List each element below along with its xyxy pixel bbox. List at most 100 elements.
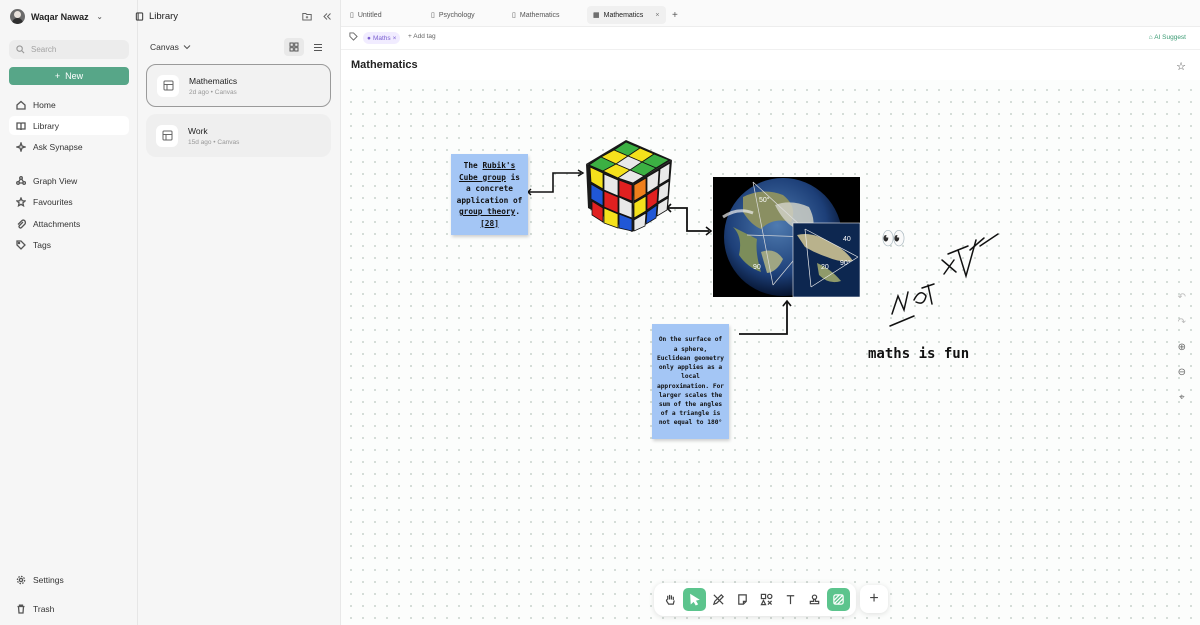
paperclip-icon [17, 218, 26, 229]
library-header: Library [135, 11, 178, 22]
canvas-icon [156, 124, 178, 147]
main-editor: ▯ Untitled ▯ Psychology ▯ Mathematics ▦ … [341, 0, 1200, 625]
avatar [10, 9, 25, 24]
sidebar-item-tags[interactable]: Tags [9, 235, 129, 254]
canvas-icon [157, 74, 179, 97]
tag-icon [349, 32, 358, 41]
add-tag-button[interactable]: + Add tag [408, 33, 436, 40]
grid-view-button[interactable] [284, 38, 304, 56]
canvas-area[interactable]: The Rubik's Cube group is a concrete app… [341, 80, 1200, 625]
pointer-tool-button[interactable] [683, 588, 706, 611]
new-button[interactable]: + New [9, 67, 129, 85]
fit-view-icon[interactable]: ⌖ [1179, 392, 1185, 403]
sidebar-item-label: Home [33, 99, 56, 110]
pen-tool-button[interactable] [707, 588, 730, 611]
new-folder-icon[interactable] [302, 12, 312, 21]
note-text: . [515, 207, 521, 216]
sticky-note-icon [738, 594, 747, 605]
graph-icon [16, 175, 26, 185]
zoom-in-icon[interactable]: ⊕ [1178, 342, 1186, 353]
sidebar-item-label: Settings [33, 574, 64, 585]
sticky-note-sphere[interactable]: On the surface of a sphere, Euclidean ge… [652, 324, 729, 439]
handwritten-drawing[interactable] [884, 228, 1009, 332]
close-icon[interactable]: × [655, 12, 659, 19]
close-icon[interactable]: × [393, 35, 397, 42]
hatch-tool-button[interactable] [827, 588, 850, 611]
stamp-tool-button[interactable] [803, 588, 826, 611]
sparkle-icon [16, 141, 26, 152]
canvas-controls: ↶ ↷ ⊕ ⊖ ⌖ [1178, 292, 1186, 403]
earth-image[interactable]: 50° 40 90 90° 20 [713, 177, 860, 297]
star-icon [16, 196, 26, 207]
library-item-title: Mathematics [189, 75, 238, 86]
zoom-out-icon[interactable]: ⊖ [1178, 367, 1186, 378]
globe-angle-label: 90 [753, 264, 761, 271]
sidebar-item-settings[interactable]: Settings [9, 570, 129, 589]
globe-angle-label: 40 [843, 236, 851, 243]
pen-icon [712, 594, 724, 606]
tab-bar: ▯ Untitled ▯ Psychology ▯ Mathematics ▦ … [341, 0, 1200, 27]
tag-row: ● Maths × + Add tag ⌂ AI Suggest [341, 28, 1200, 50]
tag-icon [16, 239, 26, 250]
ai-suggest-button[interactable]: ⌂ AI Suggest [1149, 34, 1186, 41]
note-reference-link[interactable]: [28] [480, 219, 499, 228]
search-input[interactable]: Search [9, 40, 129, 59]
search-placeholder: Search [31, 45, 57, 54]
tab-mathematics[interactable]: ▯ Mathematics [506, 6, 566, 24]
canvas-filter-dropdown[interactable]: Canvas [150, 42, 191, 52]
handwritten-text[interactable]: maths is fun [868, 346, 969, 362]
library-item-work[interactable]: Work 15d ago • Canvas [146, 114, 331, 157]
list-view-button[interactable] [308, 38, 328, 56]
globe-angle-label: 90° [840, 259, 851, 267]
sidebar-item-graph-view[interactable]: Graph View [9, 171, 129, 190]
new-tab-button[interactable]: + [666, 6, 684, 24]
tab-label: Mathematics [603, 11, 644, 19]
undo-icon[interactable]: ↶ [1178, 292, 1186, 303]
hand-tool-button[interactable] [659, 588, 682, 611]
text-icon [786, 595, 795, 605]
book-icon [16, 121, 26, 130]
tab-untitled[interactable]: ▯ Untitled [344, 6, 388, 24]
hand-icon [665, 594, 675, 605]
sidebar-item-label: Attachments [33, 218, 81, 229]
shapes-tool-button[interactable] [755, 588, 778, 611]
note-link[interactable]: group theory [459, 207, 515, 216]
home-icon [16, 100, 26, 110]
user-menu[interactable]: Waqar Nawaz ⌄ [10, 9, 103, 24]
collapse-panel-icon[interactable] [322, 12, 332, 21]
tab-label: Untitled [357, 11, 382, 19]
sidebar-item-trash[interactable]: Trash [9, 599, 129, 618]
tag-chip[interactable]: ● Maths × [363, 32, 401, 44]
note-text: On the surface of a sphere, Euclidean ge… [656, 336, 725, 427]
add-tag-label: Add tag [413, 33, 436, 40]
tab-mathematics-canvas[interactable]: ▦ Mathematics × [587, 6, 666, 24]
sidebar-item-label: Tags [33, 239, 51, 250]
sidebar-item-attachments[interactable]: Attachments [9, 214, 129, 233]
rubiks-cube-image[interactable] [582, 138, 674, 234]
globe-angle-label: 50° [759, 196, 770, 204]
gear-icon [16, 575, 26, 584]
new-button-label: New [65, 71, 84, 81]
redo-icon[interactable]: ↷ [1178, 317, 1186, 328]
canvas-toolbar [654, 583, 856, 616]
favourite-star-icon[interactable]: ☆ [1176, 60, 1186, 73]
tab-psychology[interactable]: ▯ Psychology [425, 6, 481, 24]
sidebar-item-ask-synapse[interactable]: Ask Synapse [9, 137, 129, 156]
sidebar-item-favourites[interactable]: Favourites [9, 192, 129, 211]
ai-suggest-label: AI Suggest [1154, 34, 1186, 41]
tab-label: Psychology [438, 11, 475, 19]
tag-chip-label: Maths [372, 34, 391, 42]
sticky-note-rubiks[interactable]: The Rubik's Cube group is a concrete app… [451, 154, 528, 235]
sidebar-item-label: Trash [33, 603, 55, 614]
tab-label: Mathematics [519, 11, 560, 19]
text-tool-button[interactable] [779, 588, 802, 611]
sticky-note-tool-button[interactable] [731, 588, 754, 611]
document-icon: ▯ [431, 12, 435, 19]
grid-icon [289, 42, 299, 52]
sidebar-item-home[interactable]: Home [9, 95, 129, 114]
library-item-mathematics[interactable]: Mathematics 2d ago • Canvas [146, 64, 331, 107]
sidebar-item-library[interactable]: Library [9, 116, 129, 135]
library-tools [302, 12, 332, 21]
sidebar: Waqar Nawaz ⌄ Search + New Home Library … [0, 0, 138, 625]
add-element-button[interactable]: + [860, 585, 888, 613]
